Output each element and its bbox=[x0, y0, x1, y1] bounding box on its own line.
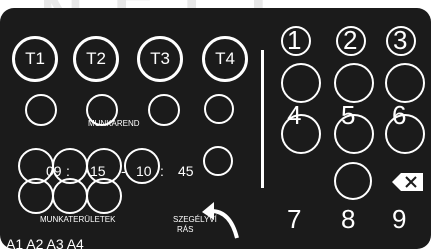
keypad-8[interactable]: 8 bbox=[341, 206, 355, 232]
time-sep-2: : bbox=[160, 163, 164, 179]
tab-t3-label: T3 bbox=[150, 49, 170, 68]
area-labels-partial: A1 A2 A3 A4 bbox=[6, 236, 84, 249]
keypad-3-label: 3 bbox=[393, 25, 408, 55]
time-slot-5[interactable] bbox=[203, 146, 233, 176]
time-dash: - bbox=[121, 163, 126, 179]
time-end-hour: 10 bbox=[136, 163, 152, 179]
munkarend-slot-1[interactable] bbox=[25, 94, 57, 126]
munkarend-slot-4[interactable] bbox=[204, 94, 234, 124]
keypad-4[interactable] bbox=[281, 114, 321, 154]
keypad-1-label: 1 bbox=[287, 25, 302, 55]
keypad-7[interactable]: 7 bbox=[287, 206, 301, 232]
tab-t1-label: T1 bbox=[25, 49, 45, 68]
time-start-hour: 09 bbox=[46, 163, 62, 179]
time-end-min: 45 bbox=[178, 163, 194, 179]
keypad-0[interactable] bbox=[334, 162, 372, 200]
area-slot-2[interactable] bbox=[52, 178, 88, 214]
tab-t2-label: T2 bbox=[86, 49, 106, 68]
time-sep-1: : bbox=[66, 163, 70, 179]
tab-t1[interactable]: T1 bbox=[12, 36, 58, 82]
keypad-6[interactable] bbox=[385, 114, 425, 154]
keypad-4-top[interactable] bbox=[281, 63, 321, 103]
keypad-6-top[interactable] bbox=[385, 63, 425, 103]
keypad-5-top[interactable] bbox=[334, 63, 374, 103]
keypad-5[interactable] bbox=[334, 114, 374, 154]
tab-t4[interactable]: T4 bbox=[202, 36, 248, 82]
munkateruletek-label: MUNKATERÜLETEK bbox=[40, 215, 116, 224]
keypad-9[interactable]: 9 bbox=[392, 206, 406, 232]
munkarend-slot-3[interactable] bbox=[148, 94, 180, 126]
tab-t4-label: T4 bbox=[215, 49, 235, 68]
szegelyviras-label-2: RÁS bbox=[177, 225, 194, 234]
undo-arrow-icon[interactable] bbox=[200, 198, 244, 244]
area-slot-3[interactable] bbox=[86, 178, 122, 214]
tab-t3[interactable]: T3 bbox=[137, 36, 183, 82]
keypad-2-label: 2 bbox=[343, 25, 358, 55]
tab-t2[interactable]: T2 bbox=[73, 36, 119, 82]
area-slot-1[interactable] bbox=[18, 178, 54, 214]
backspace-icon[interactable] bbox=[392, 172, 424, 192]
munkarend-label: MUNKAREND bbox=[88, 119, 140, 128]
time-start-min: 15 bbox=[90, 163, 106, 179]
control-panel: T1 T2 T3 T4 MUNKAREND 09 : 15 - 10 : 45 … bbox=[0, 8, 431, 249]
panel-divider bbox=[261, 50, 264, 188]
